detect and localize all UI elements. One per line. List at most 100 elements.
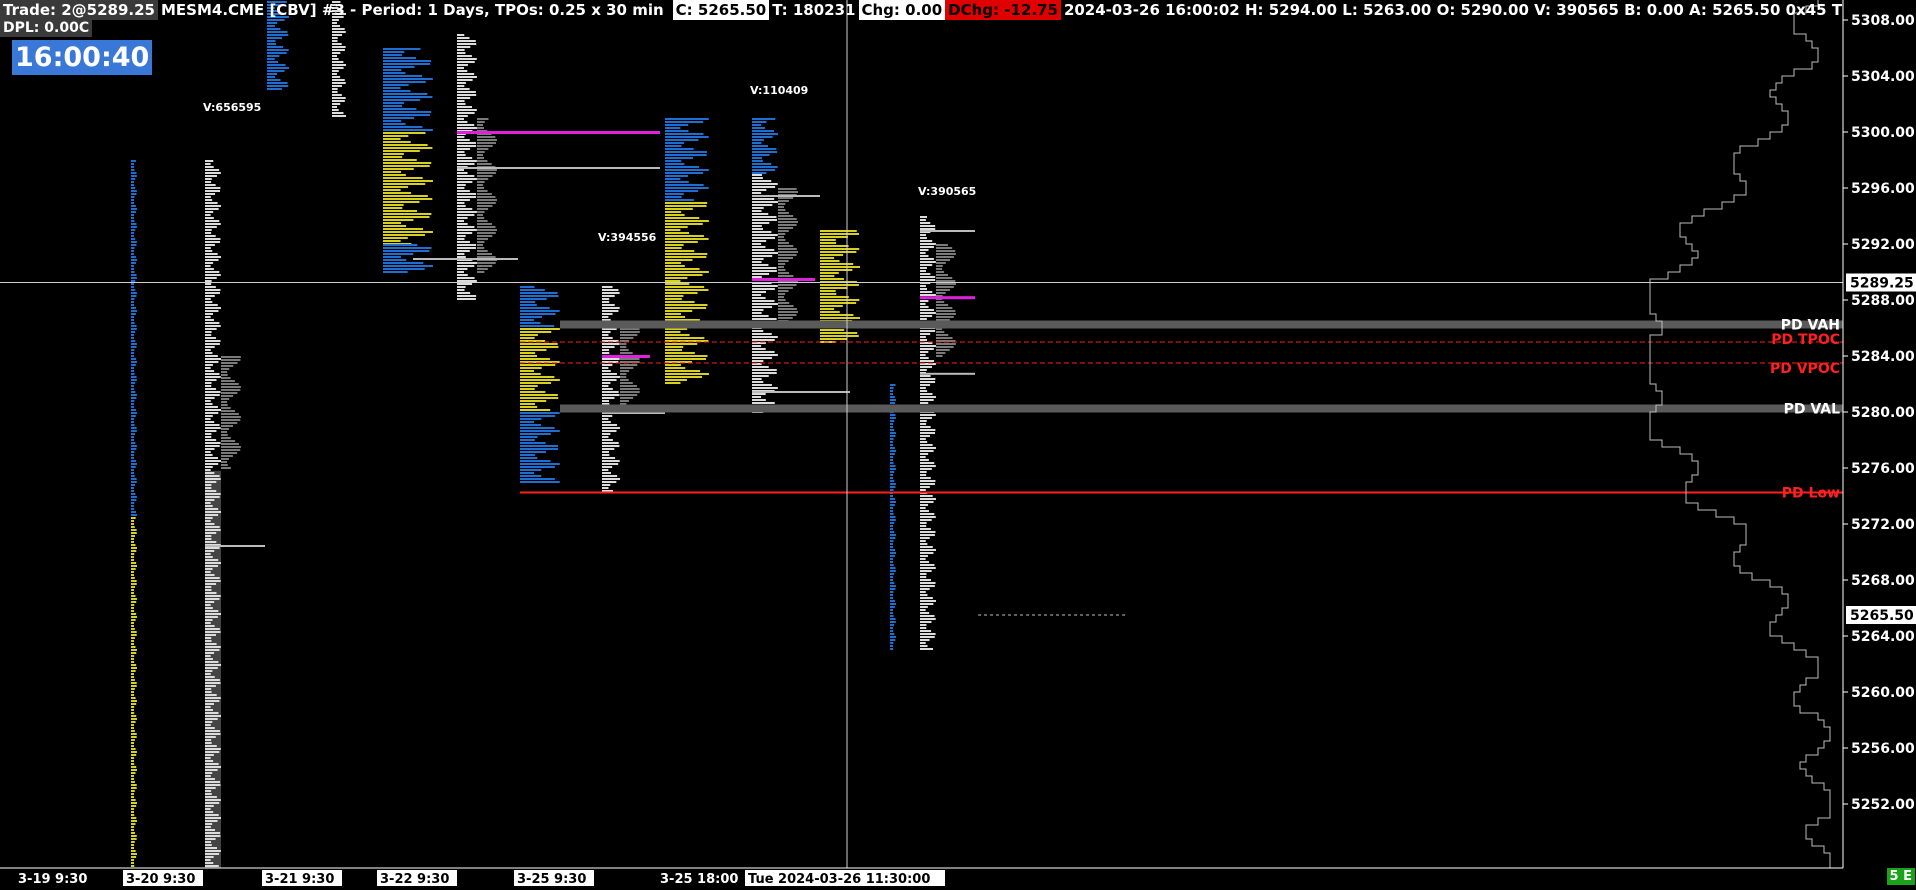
tpo-row <box>820 251 857 253</box>
price-axis: 5308.00 5304.00 5300.00 5296.00 5292.00 5288.… <box>1842 0 1916 886</box>
tpo-row <box>131 550 137 552</box>
tpo-row <box>131 238 136 240</box>
tpo-row <box>520 382 552 384</box>
tpo-row <box>520 298 547 300</box>
tpo-row <box>131 271 135 273</box>
tpo-row <box>131 700 137 702</box>
volume-bar <box>620 382 633 384</box>
tpo-row <box>131 190 137 192</box>
symbol-info[interactable]: MESM4.CME [CBV] #3 - Period: 1 Days, TPO… <box>158 0 667 20</box>
tpo-row <box>383 117 415 119</box>
tpo-row <box>205 550 215 552</box>
tpo-row <box>752 222 770 224</box>
tpo-row <box>520 334 538 336</box>
tpo-row <box>920 237 927 239</box>
volume-bar <box>221 467 231 469</box>
tpo-row <box>205 418 211 420</box>
close-value: C: 5265.50 <box>672 0 770 20</box>
tpo-row <box>131 358 137 360</box>
tpo-row <box>457 61 475 63</box>
volume-bar <box>936 286 954 288</box>
volume-bar <box>221 380 235 382</box>
tpo-row <box>131 835 137 837</box>
tpo-row <box>665 166 699 168</box>
tpo-row <box>920 294 936 296</box>
tpo-row <box>131 340 136 342</box>
tpo-row <box>920 552 934 554</box>
tpo-row <box>131 643 134 645</box>
tpo-row <box>205 604 211 606</box>
volume-bar <box>477 175 493 177</box>
tpo-row <box>665 301 695 303</box>
tpo-row <box>131 400 135 402</box>
tpo-row <box>920 645 928 647</box>
tpo-row <box>383 268 425 270</box>
tpo-row <box>890 600 896 602</box>
volume-bar <box>936 301 945 303</box>
tpo-row <box>131 640 134 642</box>
market-profile-chart[interactable]: V:656595V:483456V:394556V:110409V:390565… <box>0 0 1916 887</box>
tpo-row <box>920 609 926 611</box>
volume-bar <box>221 434 228 436</box>
tpo-row <box>131 784 137 786</box>
tpo-row <box>383 141 411 143</box>
tpo-row <box>332 28 345 30</box>
tpo-row <box>332 82 346 84</box>
tpo-row <box>205 202 218 204</box>
tpo-row <box>205 613 221 615</box>
tpo-row <box>205 838 216 840</box>
date-label-text: 3-19 9:30 <box>18 872 87 886</box>
tpo-row <box>920 348 934 350</box>
tpo-row <box>205 361 219 363</box>
tpo-row <box>131 475 135 477</box>
tpo-row <box>383 250 430 252</box>
volume-bar <box>221 359 241 361</box>
tpo-row <box>131 544 136 546</box>
tpo-row <box>457 217 468 219</box>
tpo-row <box>131 820 137 822</box>
tpo-row <box>205 403 213 405</box>
tpo-row <box>205 631 221 633</box>
tpo-row <box>131 529 137 531</box>
tpo-row <box>890 456 893 458</box>
tpo-row <box>890 414 896 416</box>
tpo-row <box>131 277 137 279</box>
tpo-row <box>665 292 698 294</box>
tpo-row <box>820 254 844 256</box>
tpo-row <box>131 244 137 246</box>
tpo-row <box>383 180 433 182</box>
tpo-row <box>820 272 839 274</box>
volume-bar <box>477 184 484 186</box>
tpo-row <box>205 412 219 414</box>
volume-bar <box>620 400 629 402</box>
tpo-row <box>131 850 136 852</box>
tpo-row <box>752 160 763 162</box>
tpo-row <box>890 573 895 575</box>
tpo-row <box>131 664 137 666</box>
tpo-row <box>820 296 849 298</box>
tpo-row <box>890 450 896 452</box>
tpo-row <box>131 703 137 705</box>
volume-bar <box>221 374 228 376</box>
volume-bar <box>477 250 488 252</box>
tpo-row <box>205 508 219 510</box>
tpo-row <box>383 207 403 209</box>
tpo-row <box>520 460 551 462</box>
tpo-row <box>752 369 777 371</box>
chart-canvas[interactable]: V:656595V:483456V:394556V:110409V:390565… <box>0 0 1916 887</box>
tpo-row <box>890 402 895 404</box>
tpo-row <box>920 393 933 395</box>
tpo-row <box>131 805 137 807</box>
tpo-row <box>131 226 137 228</box>
tpo-row <box>205 712 219 714</box>
tpo-row <box>383 228 424 230</box>
tpo-row <box>920 516 936 518</box>
volume-bar <box>936 274 949 276</box>
tpo-row <box>457 295 477 297</box>
tpo-row <box>752 315 769 317</box>
tpo-row <box>820 269 853 271</box>
tpo-row <box>602 289 619 291</box>
tpo-row <box>457 112 475 114</box>
tpo-row <box>205 574 215 576</box>
tpo-row <box>457 34 465 36</box>
